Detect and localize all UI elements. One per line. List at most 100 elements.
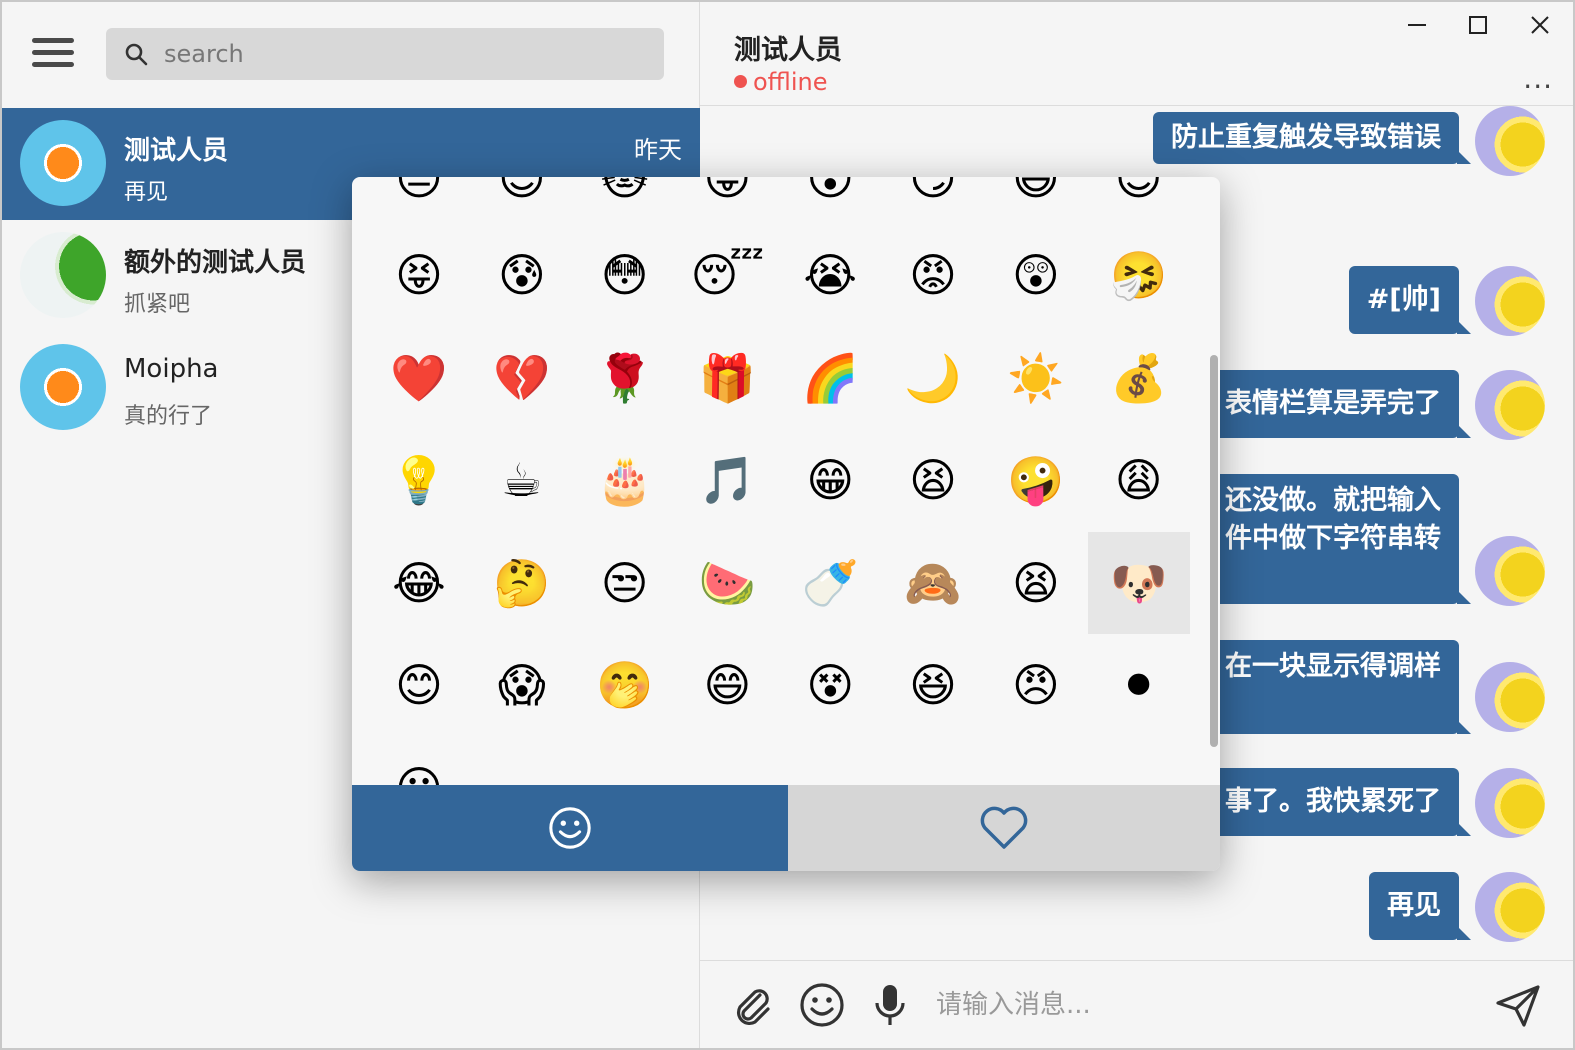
emoji-item[interactable]: 💰 bbox=[1088, 327, 1190, 429]
emoji-item[interactable]: 😁 bbox=[779, 429, 881, 531]
avatar bbox=[1475, 662, 1545, 732]
emoji-item[interactable]: 😠 bbox=[985, 634, 1087, 736]
conversation-preview: 真的行了 bbox=[124, 404, 213, 429]
emoji-item[interactable]: 😭 bbox=[779, 224, 881, 326]
avatar bbox=[20, 344, 106, 430]
avatar bbox=[20, 120, 106, 206]
heart-icon bbox=[980, 806, 1028, 849]
status-dot-icon bbox=[734, 75, 747, 88]
emoji-item[interactable]: 🌈 bbox=[779, 327, 881, 429]
conversation-name: 额外的测试人员 bbox=[124, 248, 307, 278]
emoji-item[interactable]: 😩 bbox=[1088, 429, 1190, 531]
emoji-item[interactable]: 🤭 bbox=[574, 634, 676, 736]
maximize-icon[interactable] bbox=[1461, 8, 1495, 42]
search-box[interactable] bbox=[106, 28, 664, 80]
message-bubble: 事了。我快累死了 bbox=[1207, 768, 1471, 836]
emoji-item[interactable]: 🤔 bbox=[471, 532, 573, 634]
emoji-item[interactable]: 😂 bbox=[368, 532, 470, 634]
emoji-item[interactable]: 😰 bbox=[471, 224, 573, 326]
message-line: 还没做。就把输入 bbox=[1225, 485, 1441, 516]
microphone-icon[interactable] bbox=[866, 981, 914, 1029]
emoji-grid: 😑 😊 🐱 😛 😮 😏 😆 😊 😝 😰 😳 😴 😭 😡 😲 🤧 ❤️ 💔 🌹 🎁 🌈 🌙 ☀️ 💰 💡 ☕ 🎂 🎵 😁 😫 🤪 😩 😂 🤔 😒 🍉 🍼 🙈… bbox=[352, 177, 1220, 785]
message-line: 件中做下字符串转 bbox=[1225, 523, 1441, 554]
avatar bbox=[20, 232, 106, 318]
emoji-item[interactable]: ☕ bbox=[471, 429, 573, 531]
emoji-item[interactable]: 🤪 bbox=[985, 429, 1087, 531]
emoji-item[interactable]: 🎁 bbox=[676, 327, 778, 429]
message-input[interactable] bbox=[936, 979, 1456, 1031]
emoji-item[interactable]: 🍉 bbox=[676, 532, 778, 634]
emoji-item[interactable]: 💡 bbox=[368, 429, 470, 531]
menu-icon[interactable] bbox=[32, 38, 74, 70]
emoji-item[interactable]: 😝 bbox=[368, 224, 470, 326]
emoji-item[interactable]: 😛 bbox=[676, 177, 778, 229]
search-input[interactable] bbox=[164, 28, 644, 80]
emoji-item[interactable]: 😆 bbox=[882, 634, 984, 736]
avatar bbox=[1475, 872, 1545, 942]
conversation-name: Moipha bbox=[124, 354, 219, 384]
emoji-item[interactable]: ❤️ bbox=[368, 327, 470, 429]
avatar bbox=[1475, 106, 1545, 176]
minimize-icon[interactable] bbox=[1400, 8, 1434, 42]
status-badge: offline bbox=[734, 68, 828, 96]
tab-emoji[interactable] bbox=[352, 785, 788, 871]
emoji-item[interactable]: 🤧 bbox=[1088, 224, 1190, 326]
message-bubble: #[帅] bbox=[1348, 266, 1472, 334]
send-icon[interactable] bbox=[1494, 981, 1542, 1029]
message-bubble: 还没做。就把输入 件中做下字符串转 bbox=[1207, 474, 1471, 604]
attachment-icon[interactable] bbox=[728, 981, 776, 1029]
emoji-item[interactable]: 😱 bbox=[471, 634, 573, 736]
emoji-scrollbar[interactable] bbox=[1210, 355, 1218, 747]
emoji-item[interactable]: 😫 bbox=[985, 532, 1087, 634]
chat-header: 测试人员 offline ··· bbox=[700, 2, 1573, 106]
avatar bbox=[1475, 536, 1545, 606]
emoji-item[interactable]: 🎵 bbox=[676, 429, 778, 531]
emoji-item[interactable]: 😴 bbox=[676, 224, 778, 326]
emoji-item[interactable]: 🎂 bbox=[574, 429, 676, 531]
emoji-item[interactable]: 🐶 bbox=[1087, 532, 1190, 634]
emoji-item[interactable]: 😆 bbox=[985, 177, 1087, 229]
avatar bbox=[1475, 266, 1545, 336]
conversation-preview: 抓紧吧 bbox=[124, 292, 191, 317]
emoji-item[interactable]: 🌙 bbox=[882, 327, 984, 429]
emoji-item[interactable]: 😲 bbox=[985, 224, 1087, 326]
more-options-icon[interactable]: ··· bbox=[1523, 70, 1553, 103]
message-composer bbox=[700, 960, 1573, 1048]
emoji-item[interactable]: 😶 bbox=[368, 737, 470, 785]
emoji-item[interactable]: 😏 bbox=[882, 177, 984, 229]
emoji-item[interactable]: 🙈 bbox=[882, 532, 984, 634]
search-icon bbox=[125, 43, 148, 66]
smiley-icon bbox=[549, 807, 591, 849]
emoji-item[interactable]: 😊 bbox=[1088, 177, 1190, 229]
emoji-item[interactable]: 💔 bbox=[471, 327, 573, 429]
emoji-item[interactable]: 😵 bbox=[779, 634, 881, 736]
status-text: offline bbox=[753, 68, 828, 96]
emoji-item[interactable]: 😑 bbox=[368, 177, 470, 229]
contact-name: 测试人员 bbox=[734, 35, 842, 66]
emoji-item[interactable]: ☀️ bbox=[985, 327, 1087, 429]
conversation-preview: 再见 bbox=[124, 180, 169, 205]
conversation-name: 测试人员 bbox=[124, 136, 229, 166]
avatar bbox=[1475, 768, 1545, 838]
emoji-picker: 😑 😊 🐱 😛 😮 😏 😆 😊 😝 😰 😳 😴 😭 😡 😲 🤧 ❤️ 💔 🌹 🎁 🌈 🌙 ☀️ 💰 💡 ☕ 🎂 🎵 😁 😫 🤪 😩 😂 🤔 😒 🍉 🍼 🙈… bbox=[352, 177, 1220, 871]
emoji-item[interactable]: 😳 bbox=[574, 224, 676, 326]
emoji-item[interactable]: 😒 bbox=[574, 532, 676, 634]
avatar bbox=[1475, 370, 1545, 440]
message-bubble: 防止重复触发导致错误 bbox=[1153, 112, 1471, 164]
message-bubble: 在一块显示得调样 bbox=[1207, 640, 1471, 734]
close-icon[interactable] bbox=[1523, 8, 1557, 42]
emoji-item[interactable]: 😮 bbox=[779, 177, 881, 229]
emoji-icon[interactable] bbox=[798, 981, 846, 1029]
emoji-item[interactable]: 🌹 bbox=[574, 327, 676, 429]
emoji-item[interactable]: 😄 bbox=[676, 634, 778, 736]
message-bubble: 再见 bbox=[1369, 872, 1471, 940]
emoji-item[interactable]: 😊 bbox=[471, 177, 573, 229]
emoji-item[interactable]: 😡 bbox=[882, 224, 984, 326]
emoji-item[interactable]: ⚫ bbox=[1088, 634, 1190, 736]
emoji-item[interactable]: 🍼 bbox=[779, 532, 881, 634]
emoji-item[interactable]: 😊 bbox=[368, 634, 470, 736]
emoji-item[interactable]: 😫 bbox=[882, 429, 984, 531]
tab-favorites[interactable] bbox=[788, 785, 1220, 871]
emoji-item[interactable]: 🐱 bbox=[574, 177, 676, 229]
message-bubble: 表情栏算是弄完了 bbox=[1207, 370, 1471, 438]
